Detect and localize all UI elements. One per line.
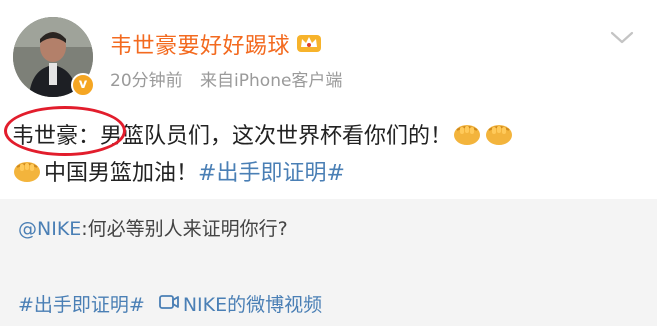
fist-emoji-icon xyxy=(12,158,44,184)
repost-text: @NIKE:何必等别人来证明你行? xyxy=(18,214,288,241)
repost-hashtag-link[interactable]: #出手即证明# xyxy=(18,290,145,317)
post-header: 韦世豪要好好踢球 xyxy=(110,28,322,60)
video-link[interactable]: NIKE的微博视频 xyxy=(183,290,322,317)
hashtag-link[interactable]: #出手即证明# xyxy=(198,155,345,187)
verified-icon: v xyxy=(71,73,95,97)
post-body-2: 中国男篮加油！ xyxy=(44,161,199,186)
post-time: 20分钟前 xyxy=(110,71,183,91)
fist-emoji-icon xyxy=(484,121,516,147)
post-source: 来自iPhone客户端 xyxy=(200,71,343,91)
highlight-circle xyxy=(4,106,126,156)
fist-emoji-icon xyxy=(452,121,484,147)
username-link[interactable]: 韦世豪要好好踢球 xyxy=(110,28,290,60)
post-text-line-2: 中国男篮加油！ #出手即证明# xyxy=(12,155,345,187)
chevron-down-icon[interactable] xyxy=(609,30,635,50)
post-body-1: 男篮队员们，这次世界杯看你们的！ xyxy=(100,124,453,149)
repost-links: #出手即证明# NIKE的微博视频 xyxy=(18,290,322,317)
post-meta: 20分钟前 来自iPhone客户端 xyxy=(110,66,342,91)
repost-card[interactable]: @NIKE:何必等别人来证明你行? #出手即证明# NIKE的微博视频 xyxy=(0,199,657,326)
mention-link[interactable]: @NIKE xyxy=(18,218,81,240)
crown-icon[interactable] xyxy=(296,31,322,57)
repost-body: :何必等别人来证明你行? xyxy=(81,218,288,240)
video-icon xyxy=(158,293,179,315)
